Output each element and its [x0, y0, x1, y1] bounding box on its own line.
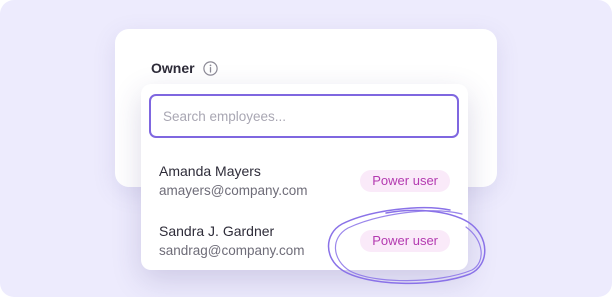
info-icon[interactable] [202, 60, 218, 76]
employee-name: Sandra J. Gardner [159, 223, 275, 239]
employee-option-sandra-gardner[interactable]: Sandra J. Gardner sandrag@company.com Po… [141, 223, 468, 275]
power-user-badge: Power user [360, 170, 450, 192]
illustration-background: Owner Amanda Mayers amayers@company.com … [0, 0, 612, 297]
employee-dropdown: Amanda Mayers amayers@company.com Power … [141, 84, 468, 270]
power-user-badge: Power user [360, 230, 450, 252]
employee-email: amayers@company.com [159, 183, 308, 198]
owner-label-row: Owner [151, 60, 218, 76]
employee-email: sandrag@company.com [159, 243, 305, 258]
owner-label: Owner [151, 60, 195, 76]
employee-option-amanda-mayers[interactable]: Amanda Mayers amayers@company.com Power … [141, 163, 468, 215]
search-employees-input[interactable] [149, 94, 459, 138]
employee-name: Amanda Mayers [159, 163, 261, 179]
